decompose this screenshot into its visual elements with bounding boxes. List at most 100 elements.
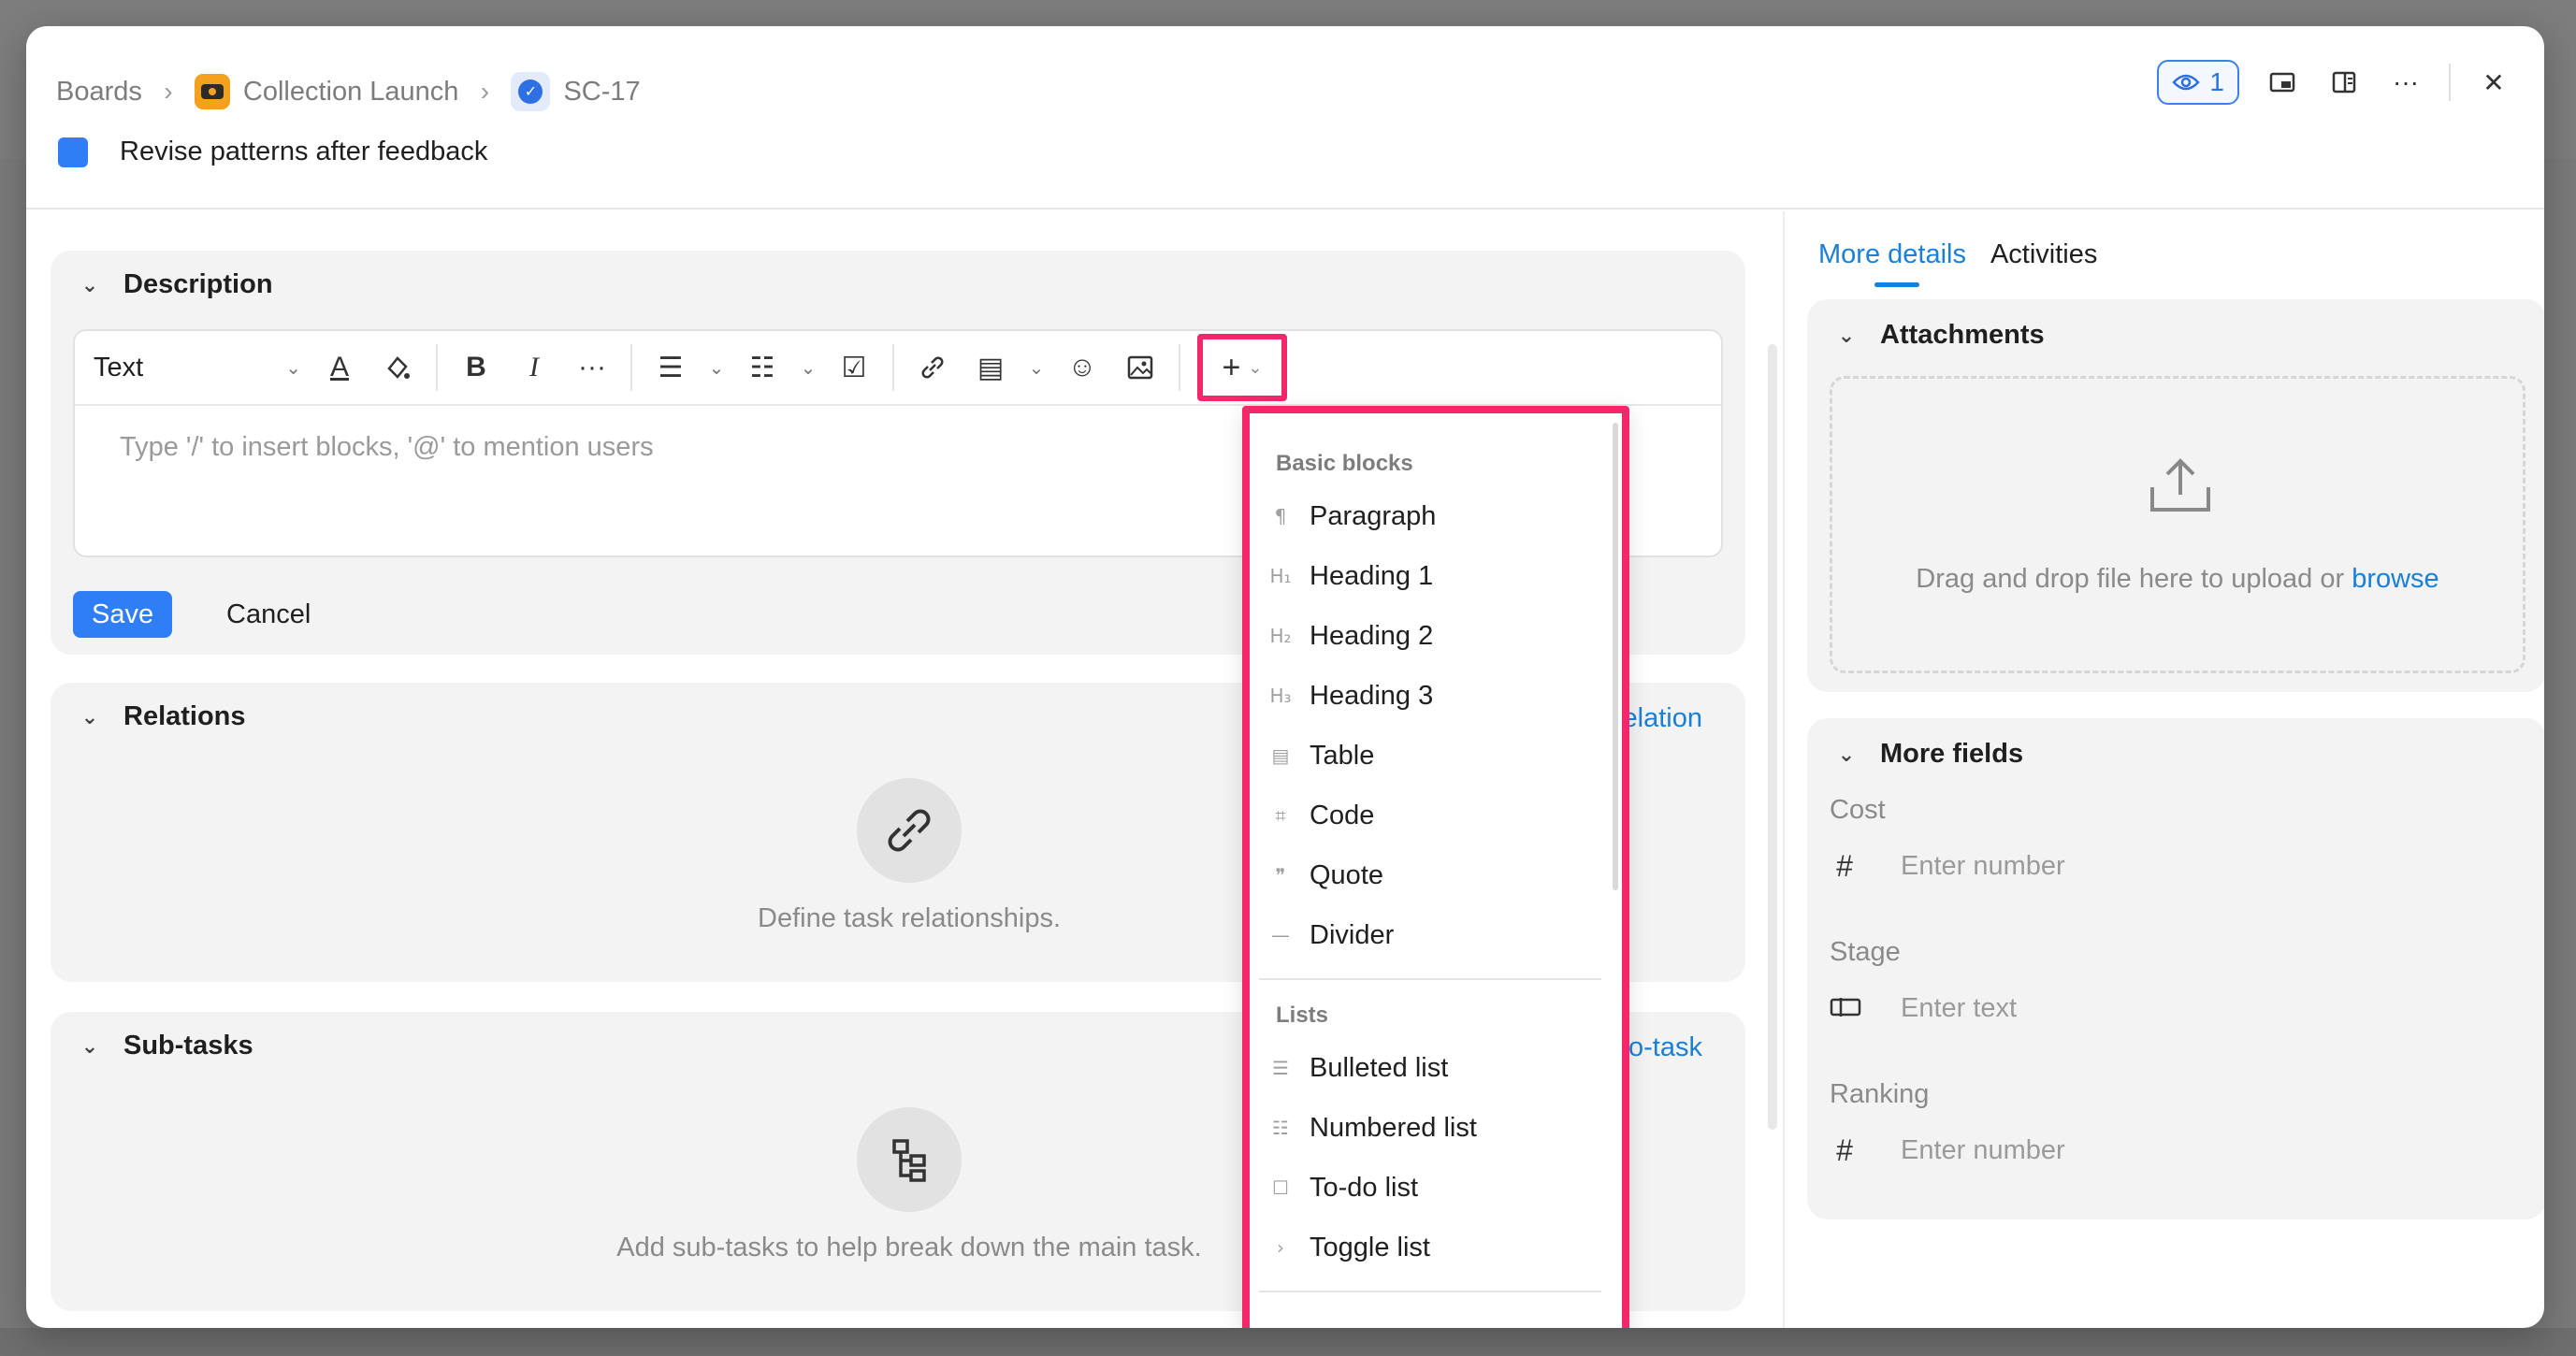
details-panel: More details Activities ⌄ Attachments Dr… <box>1783 211 2544 1328</box>
italic-icon[interactable]: I <box>505 339 563 396</box>
breadcrumb-project[interactable]: Collection Launch <box>194 74 458 109</box>
menu-item-label: Bulleted list <box>1310 1052 1449 1083</box>
menu-item-heading-1[interactable]: H₁ Heading 1 <box>1250 546 1622 606</box>
watchers-button[interactable]: 1 <box>2157 60 2239 105</box>
relations-header[interactable]: ⌄ Relations <box>79 701 246 732</box>
menu-item-label: Heading 2 <box>1310 620 1434 651</box>
tab-more-details[interactable]: More details <box>1818 239 1966 287</box>
breadcrumb: Boards › Collection Launch › ✓ SC-17 <box>56 65 641 118</box>
attachments-header[interactable]: ⌄ Attachments <box>1835 320 2045 351</box>
text-style-value: Text <box>94 352 144 382</box>
field-placeholder-cost: Enter number <box>1901 851 2065 881</box>
link-icon[interactable] <box>904 339 962 396</box>
numbered-list-icon[interactable]: ☷ <box>733 339 791 396</box>
chevron-down-icon[interactable]: ⌄ <box>700 339 733 396</box>
hash-icon: # <box>1836 849 1853 883</box>
task-modal: Boards › Collection Launch › ✓ SC-17 Rev… <box>26 26 2544 1328</box>
menu-item-numbered-list[interactable]: ☷ Numbered list <box>1250 1098 1622 1158</box>
bullet-list-icon: ☰ <box>1272 1057 1289 1079</box>
menu-item-divider[interactable]: — Divider <box>1250 905 1622 965</box>
chevron-down-icon[interactable]: ⌄ <box>1020 339 1053 396</box>
code-icon: ⌗ <box>1275 804 1286 827</box>
text-field-icon <box>1830 991 1861 1026</box>
menu-item-heading-2[interactable]: H₂ Heading 2 <box>1250 606 1622 666</box>
menu-item-toggle-list[interactable]: › Toggle list <box>1250 1218 1622 1277</box>
menu-item-label: Divider <box>1310 919 1395 950</box>
file-dropzone[interactable]: Drag and drop file here to upload or bro… <box>1830 376 2525 673</box>
menu-item-paragraph[interactable]: ¶ Paragraph <box>1250 486 1622 546</box>
relations-empty-text: Define task relationships. <box>758 903 1061 933</box>
dropzone-label: Drag and drop file here to upload or <box>1916 564 2345 594</box>
tab-activities[interactable]: Activities <box>1990 239 2097 270</box>
chevron-down-icon[interactable]: ⌄ <box>791 339 825 396</box>
task-check-icon: ✓ <box>511 72 551 111</box>
description-title: Description <box>123 269 273 299</box>
chevron-down-icon: ⌄ <box>1837 323 1856 347</box>
menu-group-label: Lists <box>1276 1003 1329 1028</box>
picture-in-picture-icon[interactable] <box>2264 64 2301 101</box>
description-header[interactable]: ⌄ Description <box>79 269 273 300</box>
side-panel-icon[interactable] <box>2325 64 2363 101</box>
field-input-stage[interactable]: Enter text <box>1830 991 2017 1026</box>
menu-group-label: Basic blocks <box>1276 451 1413 476</box>
save-button[interactable]: Save <box>73 591 173 638</box>
breadcrumb-task-label: SC-17 <box>563 76 641 107</box>
watchers-count: 1 <box>2209 67 2224 96</box>
insert-block-button[interactable]: + ⌄ <box>1197 334 1287 401</box>
paragraph-icon: ¶ <box>1274 505 1287 527</box>
field-label-stage: Stage <box>1830 937 1901 967</box>
emoji-icon[interactable]: ☺ <box>1053 339 1111 396</box>
task-title[interactable]: Revise patterns after feedback <box>120 137 487 167</box>
more-options-icon[interactable]: ··· <box>2387 64 2424 101</box>
chevron-down-icon: ⌄ <box>1837 742 1856 766</box>
text-style-select[interactable]: Text ⌄ <box>94 353 311 383</box>
breadcrumb-boards[interactable]: Boards <box>56 77 142 108</box>
bullet-list-icon[interactable]: ☰ <box>642 339 700 396</box>
highlight-icon[interactable] <box>369 339 427 396</box>
toolbar-divider <box>436 344 438 391</box>
eye-icon <box>2172 74 2201 91</box>
editor-placeholder[interactable]: Type '/' to insert blocks, '@' to mentio… <box>120 432 654 463</box>
close-icon[interactable]: ✕ <box>2475 64 2512 101</box>
more-format-icon[interactable]: ··· <box>563 339 621 396</box>
checklist-icon[interactable]: ☑ <box>825 339 883 396</box>
field-input-cost[interactable]: # Enter number <box>1830 849 2065 884</box>
browse-link[interactable]: browse <box>2352 564 2439 594</box>
more-fields-header[interactable]: ⌄ More fields <box>1835 739 2023 770</box>
menu-item-bulleted-list[interactable]: ☰ Bulleted list <box>1250 1038 1622 1098</box>
menu-item-table[interactable]: ▤ Table <box>1250 726 1622 786</box>
attachments-section: ⌄ Attachments Drag and drop file here to… <box>1807 299 2544 692</box>
add-relation-link[interactable]: elation <box>1623 703 1702 734</box>
cancel-button[interactable]: Cancel <box>226 591 311 638</box>
subtasks-empty-text: Add sub-tasks to help break down the mai… <box>616 1233 1202 1262</box>
table-icon: ▤ <box>1271 744 1290 767</box>
add-subtask-link[interactable]: o-task <box>1628 1032 1702 1063</box>
menu-item-label: Quote <box>1310 859 1383 890</box>
heading-1-icon: H₁ <box>1269 565 1292 587</box>
main-scrollbar[interactable] <box>1768 344 1777 1130</box>
bold-icon[interactable]: B <box>447 339 505 396</box>
modal-header: Boards › Collection Launch › ✓ SC-17 Rev… <box>26 26 2544 209</box>
menu-item-code[interactable]: ⌗ Code <box>1250 786 1622 845</box>
details-tabs: More details Activities <box>1818 239 2097 287</box>
menu-item-heading-3[interactable]: H₃ Heading 3 <box>1250 666 1622 726</box>
task-color-swatch[interactable] <box>58 137 88 167</box>
numbered-list-icon: ☷ <box>1272 1117 1289 1139</box>
field-input-ranking[interactable]: # Enter number <box>1830 1133 2065 1168</box>
field-placeholder-ranking: Enter number <box>1901 1135 2065 1165</box>
subtasks-header[interactable]: ⌄ Sub-tasks <box>79 1031 253 1061</box>
breadcrumb-task[interactable]: ✓ SC-17 <box>511 72 641 111</box>
menu-item-quote[interactable]: ❞ Quote <box>1250 845 1622 905</box>
table-icon[interactable]: ▤ <box>962 339 1020 396</box>
project-icon <box>194 74 230 109</box>
editor-toolbar: Text ⌄ A B I ··· ☰ ⌄ ☷ ⌄ ☑ ▤ ⌄ ☺ + ⌄ <box>75 331 1721 406</box>
heading-2-icon: H₂ <box>1269 625 1292 647</box>
quote-icon: ❞ <box>1275 864 1286 887</box>
chevron-down-icon: ⌄ <box>80 272 99 296</box>
image-icon[interactable] <box>1111 339 1169 396</box>
menu-item-label: Table <box>1310 740 1375 771</box>
menu-item-todo-list[interactable]: ☐ To-do list <box>1250 1158 1622 1218</box>
text-color-icon[interactable]: A <box>311 339 369 396</box>
checkbox-icon: ☐ <box>1272 1176 1289 1199</box>
insert-block-menu: Basic blocks ¶ Paragraph H₁ Heading 1 H₂… <box>1242 406 1629 1328</box>
